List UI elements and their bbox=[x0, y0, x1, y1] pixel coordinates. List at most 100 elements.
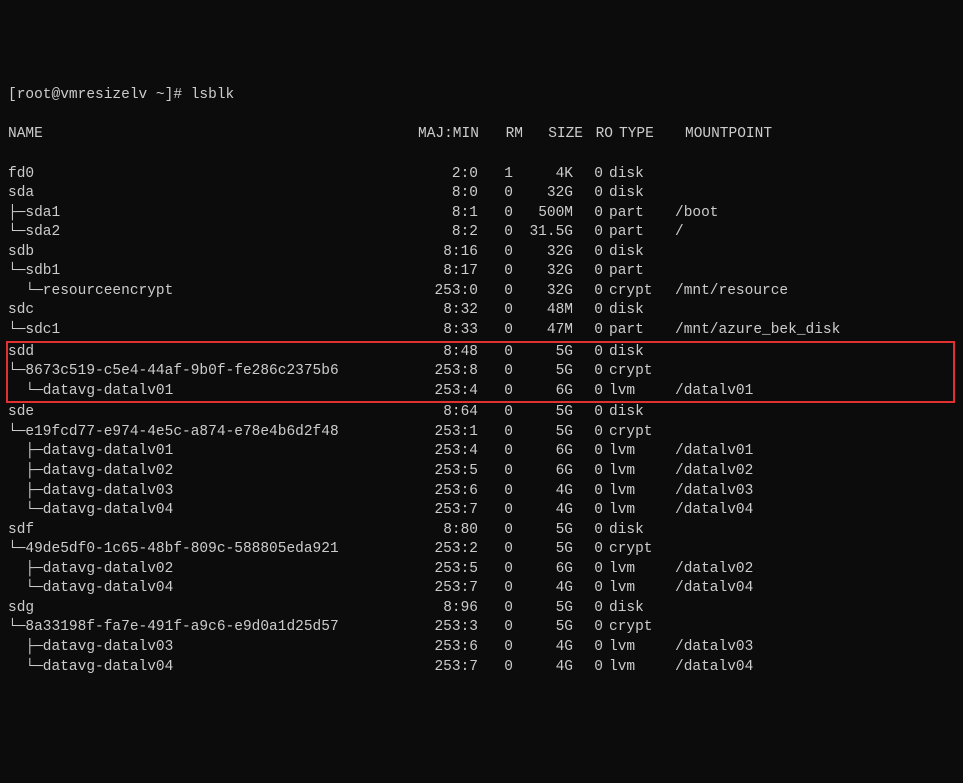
cell-type: crypt bbox=[603, 423, 669, 443]
cell-size: 5G bbox=[513, 343, 573, 363]
hdr-size: SIZE bbox=[523, 125, 583, 145]
cell-rm: 0 bbox=[478, 482, 513, 502]
cell-name: sdb bbox=[8, 243, 408, 263]
cell-majmin: 253:7 bbox=[408, 579, 478, 599]
cell-ro: 0 bbox=[573, 501, 603, 521]
lsblk-row: sdf8:8005G0disk bbox=[8, 521, 955, 541]
hdr-majmin: MAJ:MIN bbox=[408, 125, 488, 145]
cell-ro: 0 bbox=[573, 403, 603, 423]
cell-type: lvm bbox=[603, 482, 669, 502]
cell-name: sdg bbox=[8, 599, 408, 619]
cell-ro: 0 bbox=[573, 423, 603, 443]
cell-majmin: 253:6 bbox=[408, 482, 478, 502]
cell-name: ├─datavg-datalv03 bbox=[8, 638, 408, 658]
lsblk-row: └─e19fcd77-e974-4e5c-a874-e78e4b6d2f4825… bbox=[8, 423, 955, 443]
cell-name: └─e19fcd77-e974-4e5c-a874-e78e4b6d2f48 bbox=[8, 423, 408, 443]
lsblk-row: └─datavg-datalv04253:704G0lvm/datalv04 bbox=[8, 501, 955, 521]
cell-rm: 0 bbox=[478, 442, 513, 462]
cell-name: ├─datavg-datalv02 bbox=[8, 560, 408, 580]
cell-majmin: 253:5 bbox=[408, 462, 478, 482]
cell-type: crypt bbox=[603, 540, 669, 560]
lsblk-row: └─8a33198f-fa7e-491f-a9c6-e9d0a1d25d5725… bbox=[8, 618, 955, 638]
cell-ro: 0 bbox=[573, 321, 603, 341]
cell-ro: 0 bbox=[573, 638, 603, 658]
cell-rm: 0 bbox=[478, 618, 513, 638]
lsblk-row: sdd8:4805G0disk bbox=[8, 343, 953, 363]
cell-size: 32G bbox=[513, 184, 573, 204]
cell-ro: 0 bbox=[573, 442, 603, 462]
cell-type: lvm bbox=[603, 501, 669, 521]
cell-rm: 0 bbox=[478, 382, 513, 402]
cell-rm: 0 bbox=[478, 321, 513, 341]
hdr-type: TYPE bbox=[613, 125, 679, 145]
cell-rm: 0 bbox=[478, 282, 513, 302]
cell-ro: 0 bbox=[573, 282, 603, 302]
lsblk-row: ├─datavg-datalv03253:604G0lvm/datalv03 bbox=[8, 482, 955, 502]
cell-name: ├─sda1 bbox=[8, 204, 408, 224]
cell-name: └─resourceencrypt bbox=[8, 282, 408, 302]
cell-type: lvm bbox=[603, 442, 669, 462]
cell-size: 6G bbox=[513, 382, 573, 402]
cell-size: 32G bbox=[513, 262, 573, 282]
cell-mountpoint: /datalv04 bbox=[669, 579, 753, 599]
cell-rm: 0 bbox=[478, 658, 513, 678]
lsblk-row: sdg8:9605G0disk bbox=[8, 599, 955, 619]
cell-ro: 0 bbox=[573, 462, 603, 482]
lsblk-row: ├─datavg-datalv01253:406G0lvm/datalv01 bbox=[8, 442, 955, 462]
cell-name: └─datavg-datalv01 bbox=[8, 382, 408, 402]
hdr-name: NAME bbox=[8, 125, 408, 145]
cell-type: part bbox=[603, 204, 669, 224]
cell-ro: 0 bbox=[573, 165, 603, 185]
cell-rm: 0 bbox=[478, 638, 513, 658]
cell-ro: 0 bbox=[573, 618, 603, 638]
cell-size: 4G bbox=[513, 658, 573, 678]
cell-rm: 0 bbox=[478, 423, 513, 443]
cell-name: └─sda2 bbox=[8, 223, 408, 243]
lsblk-row: └─datavg-datalv01253:406G0lvm/datalv01 bbox=[8, 382, 953, 402]
cell-size: 500M bbox=[513, 204, 573, 224]
cell-name: └─datavg-datalv04 bbox=[8, 579, 408, 599]
cell-mountpoint: /datalv04 bbox=[669, 501, 753, 521]
cell-majmin: 8:16 bbox=[408, 243, 478, 263]
lsblk-row: └─sdb18:17032G0part bbox=[8, 262, 955, 282]
cell-rm: 1 bbox=[478, 165, 513, 185]
cell-type: lvm bbox=[603, 462, 669, 482]
cell-type: lvm bbox=[603, 382, 669, 402]
cell-rm: 0 bbox=[478, 204, 513, 224]
cell-ro: 0 bbox=[573, 243, 603, 263]
cell-size: 5G bbox=[513, 540, 573, 560]
cell-ro: 0 bbox=[573, 362, 603, 382]
lsblk-row: ├─sda18:10500M0part/boot bbox=[8, 204, 955, 224]
cell-majmin: 253:8 bbox=[408, 362, 478, 382]
lsblk-row: └─49de5df0-1c65-48bf-809c-588805eda92125… bbox=[8, 540, 955, 560]
cell-type: part bbox=[603, 321, 669, 341]
cell-name: └─49de5df0-1c65-48bf-809c-588805eda921 bbox=[8, 540, 408, 560]
cell-type: disk bbox=[603, 521, 669, 541]
hdr-ro: RO bbox=[583, 125, 613, 145]
cell-type: lvm bbox=[603, 638, 669, 658]
cell-rm: 0 bbox=[478, 223, 513, 243]
lsblk-row: sda8:0032G0disk bbox=[8, 184, 955, 204]
cell-type: lvm bbox=[603, 658, 669, 678]
cell-majmin: 8:32 bbox=[408, 301, 478, 321]
cell-mountpoint: / bbox=[669, 223, 684, 243]
cell-size: 6G bbox=[513, 462, 573, 482]
cell-majmin: 8:48 bbox=[408, 343, 478, 363]
lsblk-row: └─datavg-datalv04253:704G0lvm/datalv04 bbox=[8, 579, 955, 599]
lsblk-row: ├─datavg-datalv02253:506G0lvm/datalv02 bbox=[8, 560, 955, 580]
cell-mountpoint: /datalv01 bbox=[669, 382, 753, 402]
cell-name: └─sdb1 bbox=[8, 262, 408, 282]
lsblk-row: └─datavg-datalv04253:704G0lvm/datalv04 bbox=[8, 658, 955, 678]
lsblk-row: sdc8:32048M0disk bbox=[8, 301, 955, 321]
cell-name: └─sdc1 bbox=[8, 321, 408, 341]
cell-size: 4K bbox=[513, 165, 573, 185]
cell-type: disk bbox=[603, 243, 669, 263]
cell-name: ├─datavg-datalv02 bbox=[8, 462, 408, 482]
cell-majmin: 8:33 bbox=[408, 321, 478, 341]
cell-majmin: 253:0 bbox=[408, 282, 478, 302]
lsblk-row: sdb8:16032G0disk bbox=[8, 243, 955, 263]
lsblk-row: └─sda28:2031.5G0part/ bbox=[8, 223, 955, 243]
cell-rm: 0 bbox=[478, 540, 513, 560]
cell-mountpoint: /datalv04 bbox=[669, 658, 753, 678]
lsblk-row: └─sdc18:33047M0part/mnt/azure_bek_disk bbox=[8, 321, 955, 341]
